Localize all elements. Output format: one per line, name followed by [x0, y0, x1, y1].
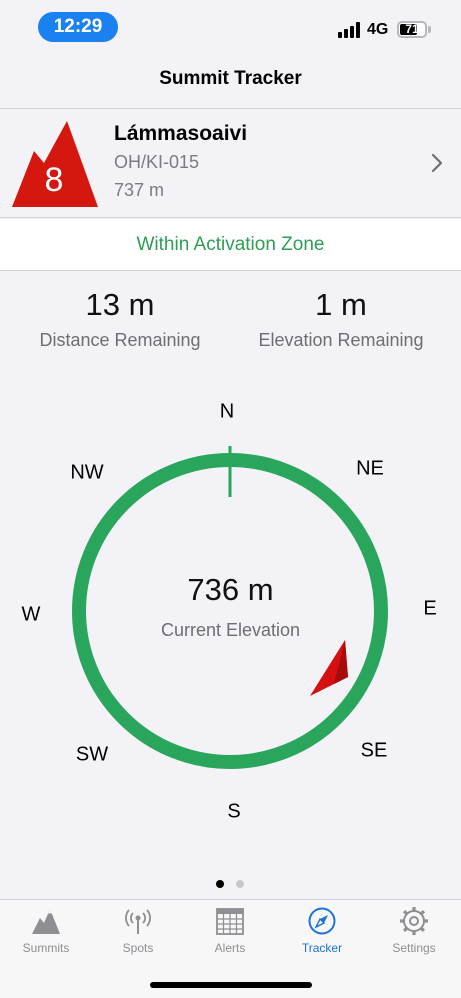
page-dot[interactable] [236, 880, 244, 888]
battery-percentage: 71 [405, 22, 419, 36]
current-elevation-value: 736 m [187, 572, 274, 607]
chevron-right-icon[interactable] [430, 153, 444, 173]
tab-spots[interactable]: Spots [92, 906, 184, 962]
distance-remaining-value: 13 m [85, 287, 155, 322]
distance-stat: 13 m Distance Remaining [5, 284, 235, 351]
tab-label: Alerts [214, 941, 246, 955]
mountain-icon [32, 909, 60, 934]
battery-nub [428, 26, 431, 33]
activation-status: Within Activation Zone [0, 219, 461, 271]
home-indicator[interactable] [150, 982, 312, 988]
calendar-icon [216, 908, 244, 935]
compass-icon [308, 907, 336, 935]
gear-icon [400, 907, 428, 935]
tab-label: Settings [392, 941, 436, 955]
summit-name: Lámmasoaivi [114, 122, 248, 145]
tab-label: Summits [22, 941, 70, 955]
direction-sw: SW [75, 743, 109, 766]
cellular-signal-icon [338, 22, 362, 38]
summit-badge-mountain-icon: 8 [12, 121, 98, 207]
network-type: 4G [367, 21, 389, 38]
elevation-remaining-label: Elevation Remaining [258, 330, 424, 350]
elevation-stat: 1 m Elevation Remaining [226, 284, 456, 351]
battery-icon: 71 [397, 21, 427, 38]
tab-alerts[interactable]: Alerts [184, 906, 276, 962]
direction-s: S [227, 800, 241, 823]
distance-remaining-label: Distance Remaining [39, 330, 201, 350]
summit-altitude: 737 m [114, 180, 165, 200]
elevation-remaining-value: 1 m [315, 287, 367, 322]
compass-dial [72, 446, 388, 769]
status-time[interactable]: 12:29 [38, 12, 118, 42]
page-indicator[interactable] [216, 880, 248, 890]
tab-summits[interactable]: Summits [0, 906, 92, 962]
direction-nw: NW [70, 461, 104, 484]
compass-ring [72, 453, 388, 769]
antenna-icon [125, 909, 151, 934]
summit-badge-number: 8 [45, 161, 64, 199]
tab-label: Spots [122, 941, 154, 955]
summit-reference: OH/KI-015 [114, 152, 200, 172]
status-bar: 12:29 4G 71 [0, 0, 461, 52]
page-title: Summit Tracker [159, 68, 302, 89]
page-dot[interactable] [216, 880, 224, 888]
summit-card[interactable]: 8 Lámmasoaivi OH/KI-015 737 m [0, 108, 461, 218]
tab-settings[interactable]: Settings [368, 906, 460, 962]
current-elevation-label: Current Elevation [160, 620, 301, 640]
tab-label: Tracker [301, 941, 343, 955]
tab-tracker[interactable]: Tracker [276, 906, 368, 962]
direction-ne: NE [356, 457, 384, 480]
direction-n: N [219, 400, 235, 423]
direction-se: SE [360, 739, 388, 762]
